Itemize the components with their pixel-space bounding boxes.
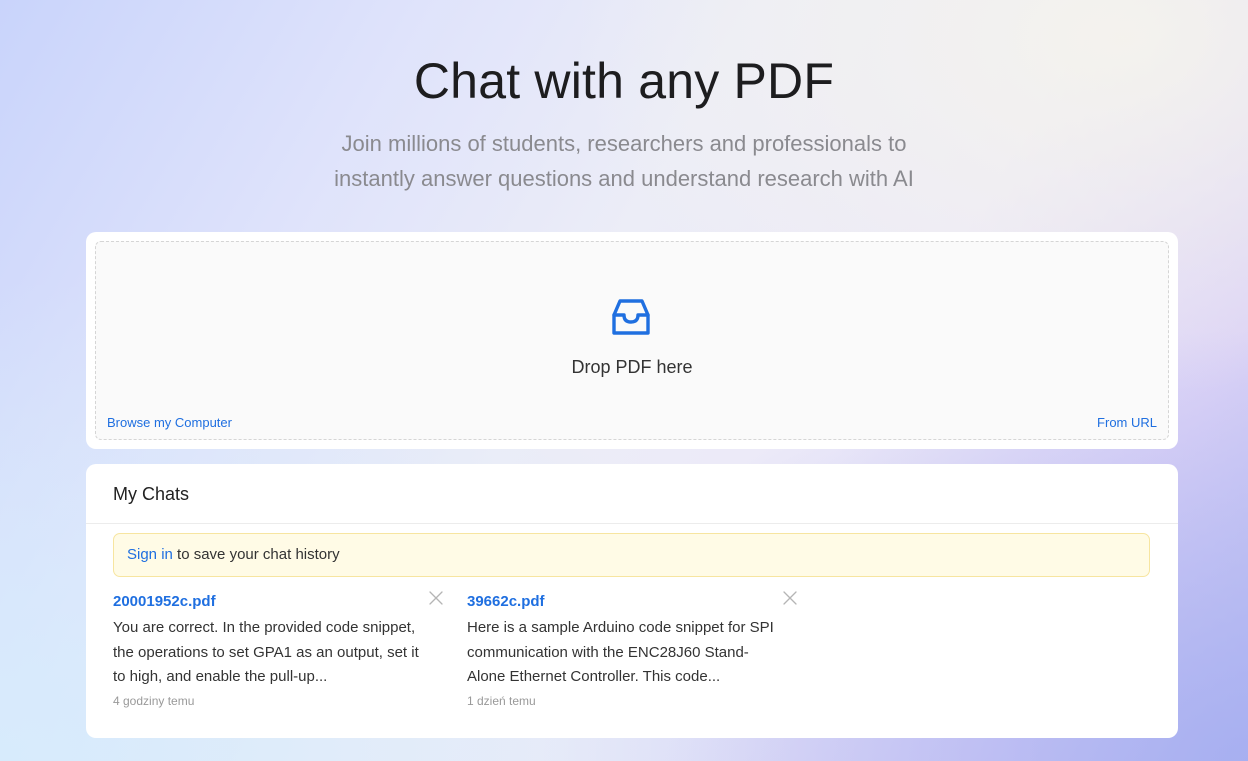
chat-timestamp: 4 godziny temu [113, 693, 195, 708]
page-subtitle: Join millions of students, researchers a… [334, 131, 914, 191]
browse-computer-link[interactable]: Browse my Computer [107, 415, 232, 430]
my-chats-title: My Chats [86, 464, 1178, 524]
inbox-icon [612, 299, 650, 335]
close-icon[interactable] [783, 591, 797, 605]
drop-pdf-label: Drop PDF here [571, 357, 693, 377]
chat-timestamp: 1 dzień temu [467, 693, 536, 708]
chat-title-link[interactable]: 20001952c.pdf [113, 592, 443, 612]
chat-snippet: You are correct. In the provided code sn… [113, 619, 419, 685]
from-url-link[interactable]: From URL [1097, 415, 1157, 430]
my-chats-card: My Chats Sign in to save your chat histo… [86, 464, 1178, 738]
upload-card: Drop PDF here Browse my Computer From UR… [86, 232, 1178, 449]
chat-snippet: Here is a sample Arduino code snippet fo… [467, 619, 774, 685]
signin-banner: Sign in to save your chat history [113, 533, 1150, 577]
chat-title-link[interactable]: 39662c.pdf [467, 592, 797, 612]
chat-item[interactable]: 20001952c.pdf You are correct. In the pr… [113, 591, 443, 708]
hero-section: Chat with any PDF Join millions of stude… [0, 50, 1248, 196]
page-title: Chat with any PDF [413, 53, 835, 109]
signin-banner-text: to save your chat history [172, 546, 340, 563]
sign-in-link[interactable]: Sign in [127, 546, 173, 563]
chat-item[interactable]: 39662c.pdf Here is a sample Arduino code… [467, 591, 797, 708]
pdf-dropzone[interactable]: Drop PDF here Browse my Computer From UR… [95, 241, 1169, 440]
close-icon[interactable] [429, 591, 443, 605]
